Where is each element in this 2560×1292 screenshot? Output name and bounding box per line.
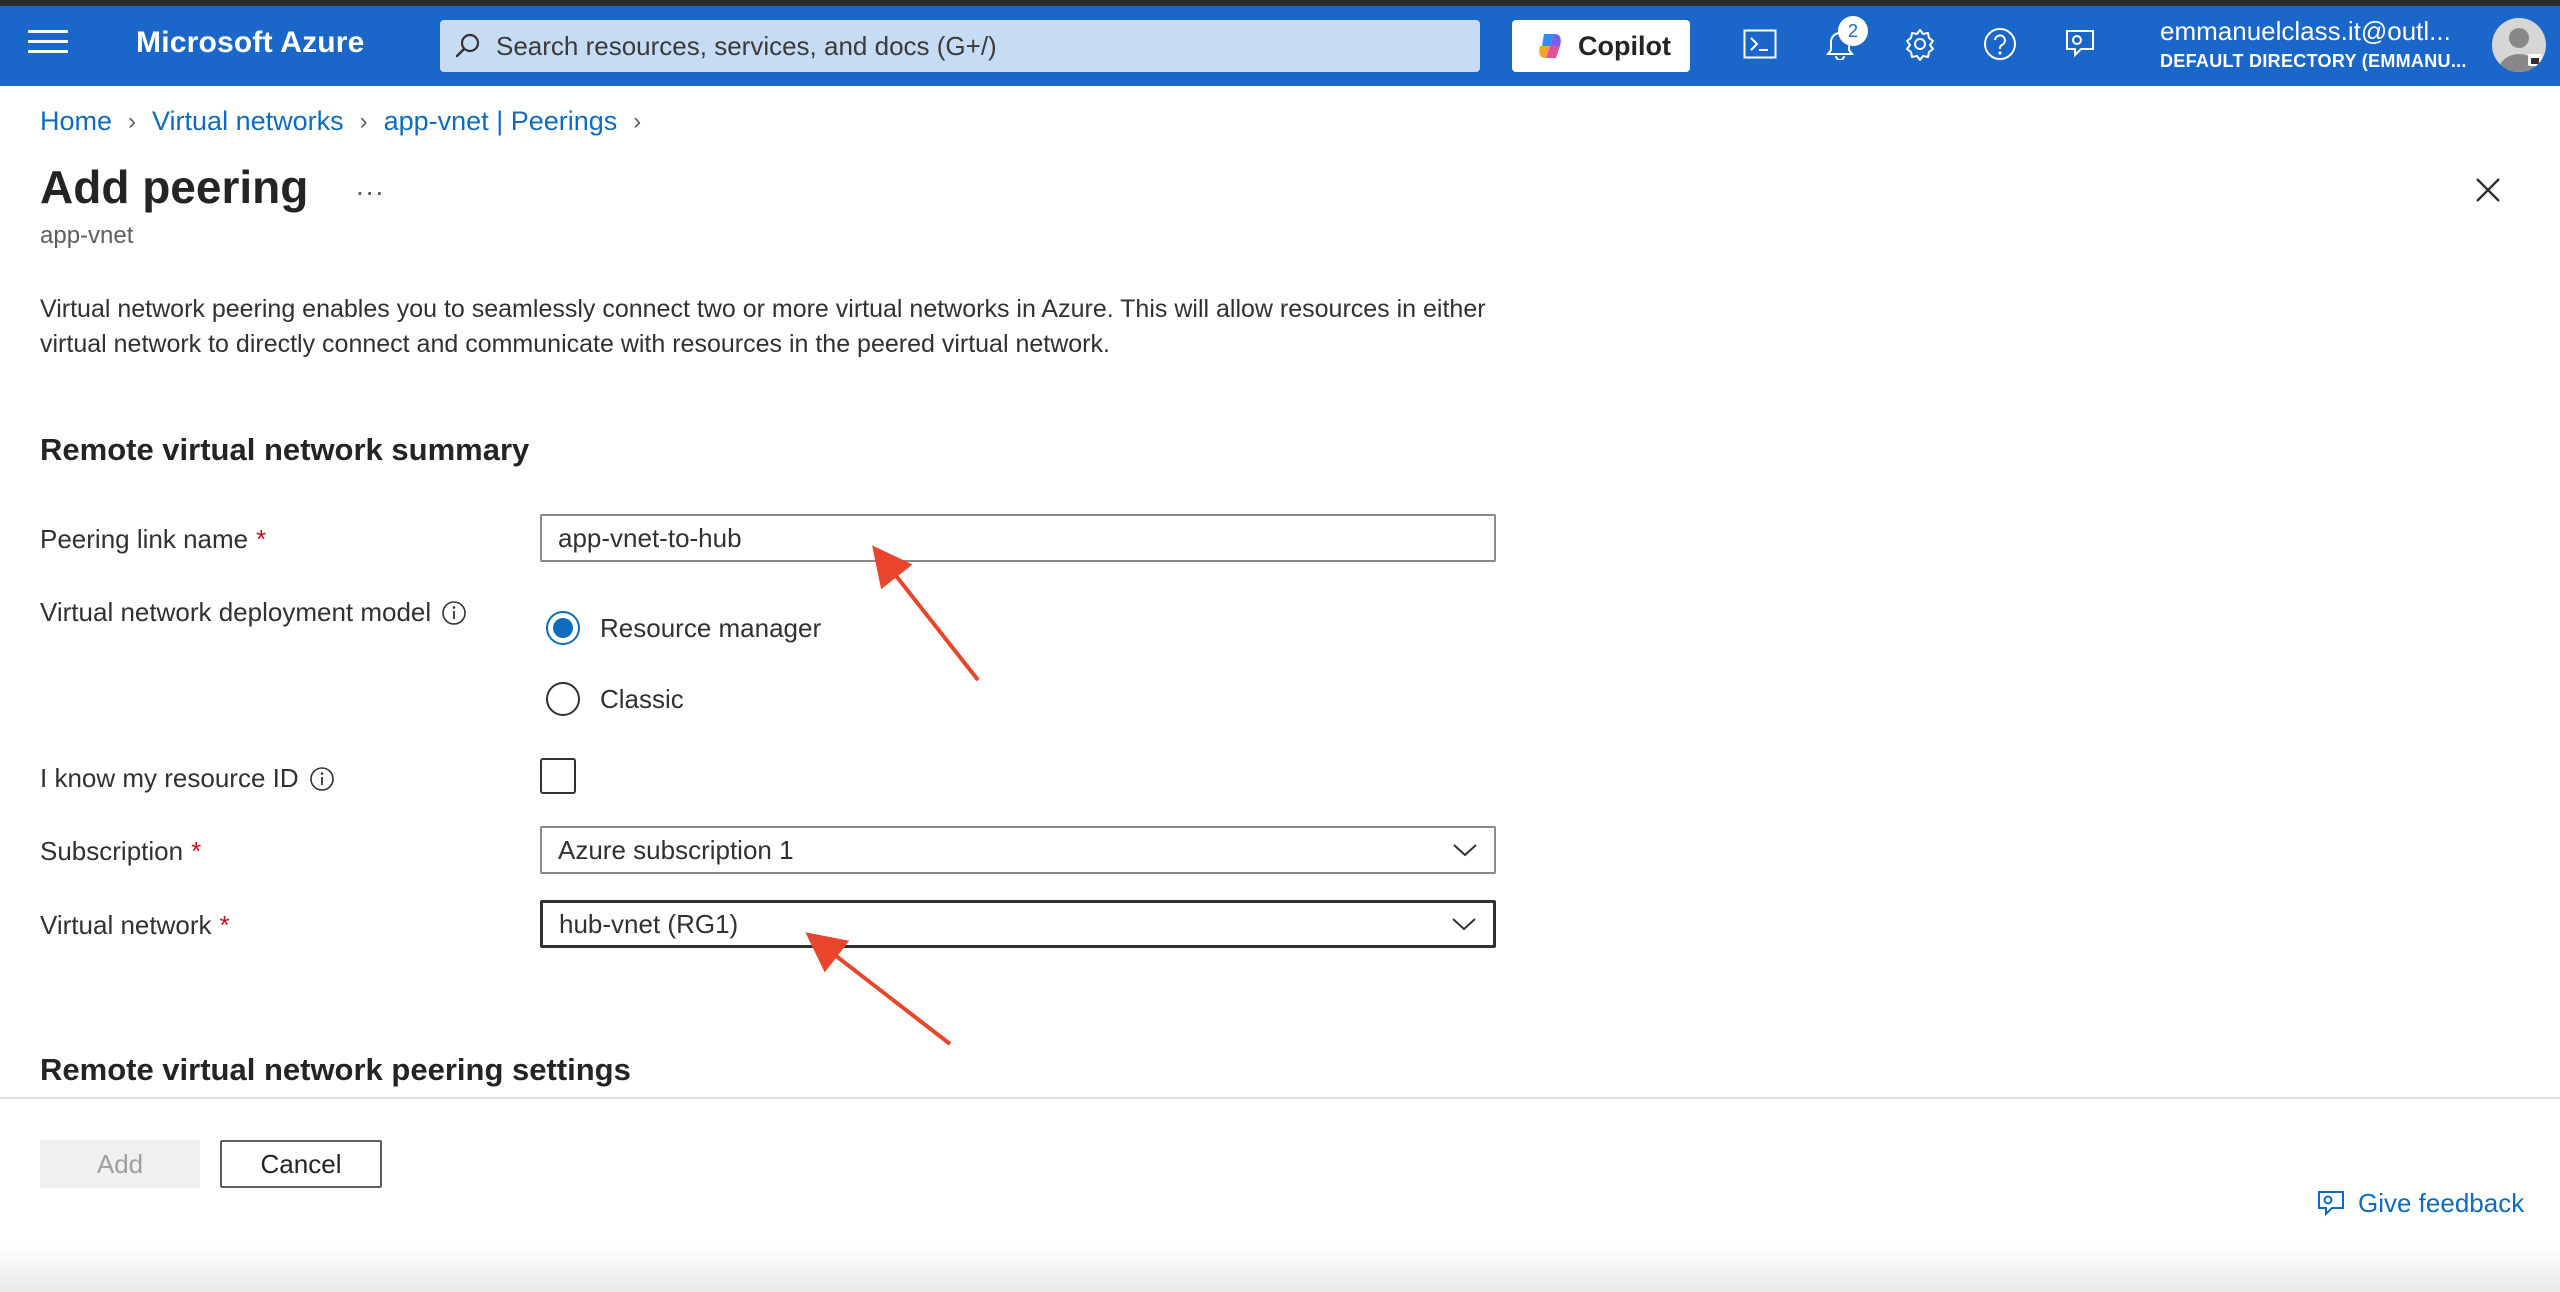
feedback-person-icon — [2066, 30, 2094, 58]
radio-classic-label: Classic — [600, 683, 684, 714]
cloud-shell-button[interactable] — [1740, 24, 1780, 64]
close-icon — [2476, 178, 2500, 202]
subscription-text: Subscription — [40, 836, 184, 866]
deployment-model-text: Virtual network deployment model — [40, 597, 432, 627]
annotation-arrow — [872, 545, 980, 682]
subscription-value: Azure subscription 1 — [558, 834, 794, 865]
top-bar: Microsoft Azure Copilot 2 — [0, 0, 2560, 86]
feedback-button[interactable] — [2060, 24, 2100, 64]
peering-link-name-input[interactable] — [540, 514, 1496, 562]
chevron-right-icon: › — [359, 107, 368, 135]
breadcrumb-app-vnet-peerings[interactable]: app-vnet | Peerings — [384, 106, 618, 137]
settings-button[interactable] — [1900, 24, 1940, 64]
peering-link-name-text: Peering link name — [40, 524, 249, 554]
copilot-label: Copilot — [1578, 30, 1671, 61]
terminal-icon — [1743, 29, 1777, 59]
required-marker: * — [219, 910, 230, 940]
window-bottom-edge — [0, 1246, 2560, 1292]
deployment-model-label: Virtual network deployment model — [40, 597, 467, 628]
virtual-network-dropdown[interactable]: hub-vnet (RG1) — [540, 900, 1496, 948]
portal-menu-button[interactable] — [28, 30, 68, 60]
required-marker: * — [191, 836, 202, 866]
copilot-icon — [1539, 34, 1561, 58]
virtual-network-value: hub-vnet (RG1) — [559, 908, 739, 939]
give-feedback-label: Give feedback — [2358, 1188, 2525, 1218]
radio-resource-manager[interactable]: Resource manager — [546, 611, 821, 645]
copilot-button[interactable]: Copilot — [1512, 20, 1690, 72]
global-search[interactable] — [440, 20, 1480, 72]
info-icon[interactable] — [441, 600, 467, 626]
subscription-dropdown[interactable]: Azure subscription 1 — [540, 826, 1496, 874]
browser-tab-strip — [0, 0, 2560, 6]
chevron-down-icon — [1452, 918, 1476, 931]
chevron-down-icon — [1453, 844, 1477, 857]
help-button[interactable] — [1980, 24, 2020, 64]
radio-resource-manager-label: Resource manager — [600, 612, 822, 643]
account-menu[interactable]: emmanuelclass.it@outl... DEFAULT DIRECTO… — [2160, 16, 2467, 72]
feedback-icon — [2318, 1190, 2344, 1216]
page-title: Add peering — [40, 161, 309, 213]
breadcrumb: Home › Virtual networks › app-vnet | Pee… — [40, 106, 657, 137]
subscription-label: Subscription * — [40, 836, 201, 867]
peering-link-name-label: Peering link name * — [40, 524, 266, 555]
radio-button-checked[interactable] — [546, 611, 580, 645]
virtual-network-label: Virtual network * — [40, 910, 230, 941]
add-button[interactable]: Add — [40, 1140, 200, 1188]
account-directory: DEFAULT DIRECTORY (EMMANU... — [2160, 51, 2467, 71]
resource-id-checkbox[interactable] — [540, 758, 576, 794]
give-feedback-link[interactable]: Give feedback — [2316, 1188, 2524, 1219]
user-avatar-icon — [2498, 28, 2542, 72]
azure-brand[interactable]: Microsoft Azure — [136, 26, 365, 60]
resource-id-label: I know my resource ID — [40, 763, 335, 794]
footer-divider — [0, 1097, 2560, 1099]
notification-count-badge: 2 — [1838, 16, 1868, 46]
section-remote-peering-settings: Remote virtual network peering settings — [40, 1052, 631, 1087]
breadcrumb-home[interactable]: Home — [40, 106, 112, 137]
close-button[interactable] — [2468, 170, 2508, 210]
resource-id-text: I know my resource ID — [40, 763, 299, 793]
chevron-right-icon: › — [128, 107, 137, 135]
breadcrumb-virtual-networks[interactable]: Virtual networks — [152, 106, 344, 137]
info-icon[interactable] — [309, 766, 335, 792]
avatar[interactable] — [2492, 18, 2546, 72]
radio-classic[interactable]: Classic — [546, 682, 684, 716]
required-marker: * — [256, 524, 267, 554]
virtual-network-text: Virtual network — [40, 910, 212, 940]
page-description: Virtual network peering enables you to s… — [40, 295, 1486, 358]
page-subtitle: app-vnet — [40, 222, 134, 249]
annotation-arrow — [805, 932, 952, 1046]
gear-icon — [1906, 29, 1934, 61]
help-icon — [1984, 28, 2016, 60]
search-input[interactable] — [496, 30, 1456, 62]
chevron-right-icon: › — [633, 107, 642, 135]
cancel-button[interactable]: Cancel — [220, 1140, 382, 1188]
radio-button[interactable] — [546, 682, 580, 716]
account-email: emmanuelclass.it@outl... — [2160, 16, 2451, 46]
more-options-button[interactable]: ... — [356, 170, 385, 202]
search-icon — [455, 33, 480, 58]
section-remote-vnet-summary: Remote virtual network summary — [40, 432, 530, 467]
